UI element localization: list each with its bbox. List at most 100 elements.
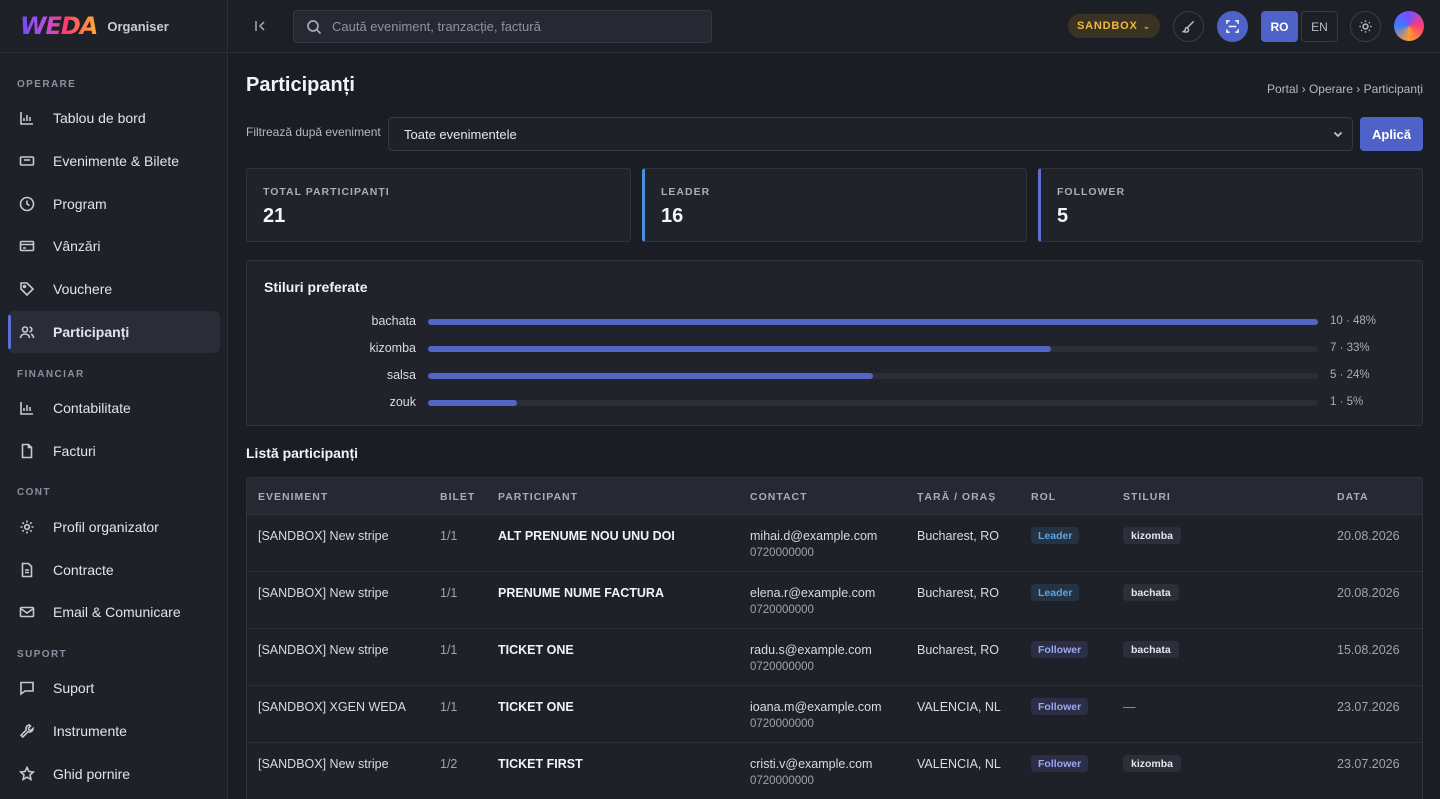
brush-button[interactable] [1173, 11, 1204, 42]
sidebar-item-invoices[interactable]: Facturi [8, 430, 220, 472]
sidebar-item-dashboard[interactable]: Tablou de bord [8, 97, 220, 139]
bar-chart-icon [18, 109, 36, 127]
apply-button[interactable]: Aplică [1360, 117, 1423, 151]
weda-logo[interactable]: WEDA [20, 12, 98, 40]
role-badge: Follower [1031, 698, 1089, 715]
chevron-down-icon: ⌄ [1142, 20, 1151, 31]
sidebar-item-label: Vânzări [53, 238, 101, 254]
wrench-icon [18, 722, 36, 740]
preferred-styles-card: Stiluri preferate bachata 10 · 48% kizom… [246, 260, 1423, 426]
user-avatar[interactable] [1394, 11, 1424, 41]
style-name: bachata [371, 314, 416, 328]
sidebar-item-label: Evenimente & Bilete [53, 153, 180, 169]
table-row[interactable]: [SANDBOX] New stripe 1/1 TICKET ONE radu.s@… [247, 629, 1422, 686]
lang-ro-button[interactable]: RO [1261, 11, 1298, 42]
cell-location: VALENCIA, NL [917, 700, 1001, 714]
cell-contact: radu.s@example.com 0720000000 [750, 643, 872, 673]
contact-email[interactable]: ioana.m@example.com [750, 700, 882, 714]
filter-label: Filtrează după eveniment [246, 125, 381, 139]
cell-ticket: 1/1 [440, 529, 458, 543]
sidebar-item-participants[interactable]: Participanți [8, 311, 220, 353]
cell-participant[interactable]: TICKET ONE [498, 643, 574, 657]
column-header[interactable]: BILET [440, 491, 475, 503]
sidebar-item-label: Profil organizator [53, 519, 159, 535]
event-filter-value: Toate evenimentele [404, 126, 517, 142]
sidebar-item-events-tickets[interactable]: Evenimente & Bilete [8, 140, 220, 182]
contact-phone: 0720000000 [750, 661, 814, 673]
style-name: zouk [389, 395, 416, 409]
column-header[interactable]: DATA [1337, 491, 1369, 503]
style-bar-fill [428, 346, 1051, 352]
style-row: zouk 1 · 5% [247, 394, 1422, 412]
search-input[interactable] [332, 19, 692, 34]
scan-button[interactable] [1217, 11, 1248, 42]
style-name: salsa [386, 368, 416, 382]
sidebar-item-program[interactable]: Program [8, 183, 220, 225]
search-bar[interactable] [293, 10, 712, 43]
cell-date: 15.08.2026 [1337, 643, 1400, 657]
breadcrumb[interactable]: Portal › Operare › Participanți [1267, 82, 1423, 96]
sidebar-item-support[interactable]: Suport [8, 667, 220, 709]
event-filter-select[interactable]: Toate evenimentele [388, 117, 1353, 151]
sidebar-item-email[interactable]: Email & Comunicare [8, 591, 220, 633]
cell-contact: ioana.m@example.com 0720000000 [750, 700, 882, 730]
style-bar-track [428, 400, 1318, 406]
style-bar-fill [428, 400, 517, 406]
stat-label: LEADER [661, 186, 711, 198]
table-row[interactable]: [SANDBOX] New stripe 1/1 ALT PRENUME NOU U… [247, 515, 1422, 572]
stat-value: 5 [1057, 205, 1069, 227]
search-icon [307, 19, 322, 34]
cell-participant[interactable]: TICKET FIRST [498, 757, 583, 771]
column-header[interactable]: STILURI [1123, 491, 1171, 503]
environment-dropdown[interactable]: SANDBOX ⌄ [1068, 14, 1160, 38]
nav-section-operare: OPERARE [17, 78, 77, 90]
cell-date: 20.08.2026 [1337, 529, 1400, 543]
table-row[interactable]: [SANDBOX] New stripe 1/1 PRENUME NUME FACT… [247, 572, 1422, 629]
sidebar-item-vouchers[interactable]: Vouchere [8, 268, 220, 310]
collapse-sidebar-button[interactable] [251, 16, 271, 36]
brush-icon [1181, 20, 1195, 33]
column-header[interactable]: ȚARĂ / ORAȘ [917, 491, 996, 503]
column-header[interactable]: PARTICIPANT [498, 491, 578, 503]
cell-participant[interactable]: ALT PRENUME NOU UNU DOI [498, 529, 675, 543]
sidebar-item-accounting[interactable]: Contabilitate [8, 387, 220, 429]
styles-card-title: Stiluri preferate [264, 279, 368, 295]
star-icon [18, 765, 36, 783]
column-header[interactable]: EVENIMENT [258, 491, 328, 503]
contact-email[interactable]: radu.s@example.com [750, 643, 872, 657]
topbar: SANDBOX ⌄ RO EN [229, 0, 1440, 53]
sidebar-item-sales[interactable]: Vânzări [8, 225, 220, 267]
nav-section-suport: SUPORT [17, 648, 68, 660]
participants-table: EVENIMENT BILET PARTICIPANT CONTACT ȚARĂ… [246, 477, 1423, 799]
style-bar-track [428, 346, 1318, 352]
cell-participant[interactable]: PRENUME NUME FACTURA [498, 586, 664, 600]
table-row[interactable]: [SANDBOX] XGEN WEDA 1/1 TICKET ONE ioana.m@… [247, 686, 1422, 743]
sidebar-item-label: Vouchere [53, 281, 113, 297]
theme-toggle-button[interactable] [1350, 11, 1381, 42]
table-header: EVENIMENT BILET PARTICIPANT CONTACT ȚARĂ… [247, 478, 1422, 515]
cell-ticket: 1/1 [440, 643, 458, 657]
column-header[interactable]: ROL [1031, 491, 1056, 503]
style-row: bachata 10 · 48% [247, 313, 1422, 331]
sidebar-item-getting-started[interactable]: Ghid pornire [8, 753, 220, 795]
column-header[interactable]: CONTACT [750, 491, 808, 503]
cell-contact: cristi.v@example.com 0720000000 [750, 757, 872, 787]
cell-location: Bucharest, RO [917, 529, 999, 543]
contact-phone: 0720000000 [750, 718, 814, 730]
lang-en-button[interactable]: EN [1301, 11, 1338, 42]
style-bar-fill [428, 319, 1318, 325]
sidebar-item-tools[interactable]: Instrumente [8, 710, 220, 752]
contact-email[interactable]: elena.r@example.com [750, 586, 875, 600]
sidebar-item-organizer-profile[interactable]: Profil organizator [8, 506, 220, 548]
role-badge: Follower [1031, 755, 1089, 772]
table-row[interactable]: [SANDBOX] New stripe 1/2 TICKET FIRST crist… [247, 743, 1422, 799]
style-bar-fill [428, 373, 873, 379]
cell-participant[interactable]: TICKET ONE [498, 700, 574, 714]
style-bar-track [428, 319, 1318, 325]
sidebar-item-contracts[interactable]: Contracte [8, 549, 220, 591]
cell-contact: mihai.d@example.com 0720000000 [750, 529, 877, 559]
contact-email[interactable]: mihai.d@example.com [750, 529, 877, 543]
contact-email[interactable]: cristi.v@example.com [750, 757, 872, 771]
cell-ticket: 1/2 [440, 757, 458, 771]
style-row: kizomba 7 · 33% [247, 340, 1422, 358]
